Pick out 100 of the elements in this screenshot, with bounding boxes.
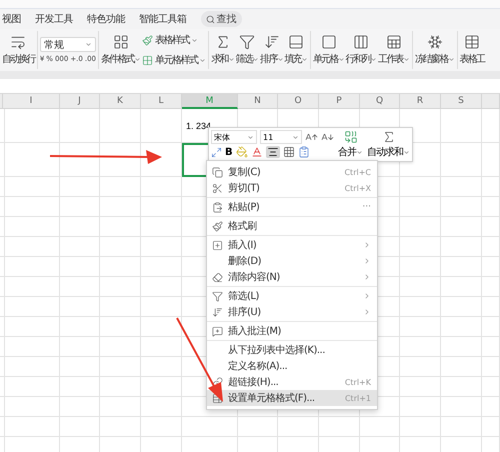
ribbon-button[interactable]: 冻结窗格 [414, 34, 455, 66]
menu-item[interactable]: 定义名称(A)... [207, 358, 377, 374]
table-cell [141, 417, 182, 437]
ribbon-button[interactable]: 自动换行 [2, 34, 35, 66]
table-cell [441, 357, 482, 377]
font-dropdown[interactable]: 宋体 [211, 130, 257, 144]
table-cell [400, 217, 441, 237]
column-header[interactable]: I [3, 94, 60, 109]
table-cell [441, 397, 482, 417]
autosum-button[interactable]: 自动求和 [367, 130, 410, 159]
insert-icon [212, 240, 223, 250]
table-cell [482, 109, 500, 143]
table-cell [3, 109, 60, 143]
ribbon-button[interactable]: 行和列 [346, 34, 378, 66]
column-header[interactable]: O [278, 94, 319, 109]
table-cell [100, 237, 141, 257]
table-cell [100, 337, 141, 357]
table-cell [400, 377, 441, 397]
table-cell [3, 337, 60, 357]
table-cell [100, 109, 141, 143]
caret-icon [292, 134, 299, 140]
merge-button[interactable]: 合并 [338, 130, 363, 159]
column-header[interactable]: S [441, 94, 482, 109]
menu-item[interactable]: 复制(C) Ctrl+C [207, 164, 377, 180]
column-header[interactable]: K [100, 94, 141, 109]
search-icon [206, 14, 214, 24]
table-cell [182, 417, 238, 437]
table-cell [482, 257, 500, 277]
menu-item[interactable]: 从下拉列表中选择(K)... [207, 342, 377, 358]
filter-icon [212, 290, 223, 302]
ribbon-button[interactable]: 单元格 [312, 34, 345, 66]
column-header[interactable]: R [400, 94, 441, 109]
align-button[interactable] [266, 146, 280, 158]
table-cell [3, 417, 60, 437]
menu-tab[interactable]: 视图 [2, 12, 21, 26]
table-cell [100, 357, 141, 377]
table-cell [3, 397, 60, 417]
table-cell [3, 277, 60, 297]
table-cell [400, 197, 441, 217]
ribbon-button[interactable]: 排序 [260, 34, 284, 66]
column-header[interactable]: Q [360, 94, 400, 109]
menu-tab[interactable]: 特色功能 [87, 12, 125, 26]
table-cell [141, 109, 182, 143]
column-header[interactable]: P [319, 94, 360, 109]
freeze-icon [426, 34, 443, 50]
table-cell [3, 377, 60, 397]
caret-icon [356, 148, 363, 156]
table-cell [60, 109, 100, 143]
ribbon-button[interactable]: 单元格样式 [142, 53, 206, 67]
ribbon-button[interactable]: 工作表 [378, 34, 410, 66]
menu-item[interactable]: 排序(U) [207, 304, 377, 320]
more-options[interactable]: ··· [362, 202, 371, 212]
table-cell [482, 337, 500, 357]
table-cell [60, 277, 100, 297]
table-cell [441, 177, 482, 197]
table-cell [482, 417, 500, 437]
table-cell [3, 143, 60, 177]
table-cell [360, 417, 400, 437]
font-size-dropdown[interactable]: 11 [260, 130, 302, 144]
table-cell [100, 177, 141, 197]
menu-item[interactable]: 设置单元格格式(F)... Ctrl+1 [207, 390, 377, 406]
ribbon-button[interactable]: 筛选 [236, 34, 260, 66]
table-cell [100, 143, 141, 177]
search-button[interactable]: 查找 [200, 11, 242, 27]
ribbon-button[interactable]: 表格样式 [142, 33, 206, 47]
ribbon-button[interactable]: 表格工 [460, 34, 484, 66]
menu-item[interactable]: 插入批注(M) [207, 323, 377, 339]
column-header[interactable]: L [141, 94, 182, 109]
sort-icon [212, 306, 223, 318]
column-header[interactable]: J [60, 94, 100, 109]
ribbon-button[interactable]: 条件格式 [101, 34, 141, 66]
menu-item[interactable]: 筛选(L) [207, 288, 377, 304]
table-cell [482, 217, 500, 237]
table-cell [60, 217, 100, 237]
table-cell [3, 217, 60, 237]
bold-button[interactable]: B [225, 146, 233, 158]
column-header [482, 94, 500, 109]
table-cell [400, 317, 441, 337]
table-cell [319, 417, 360, 437]
number-format-dropdown[interactable]: 常规 [40, 37, 96, 52]
menu-tab[interactable]: 开发工具 [35, 12, 73, 26]
menu-item[interactable]: 粘贴(P) ··· [207, 199, 377, 215]
column-header[interactable]: N [238, 94, 278, 109]
wrap-text-icon [10, 34, 26, 50]
ribbon-button[interactable]: 填充 [284, 34, 308, 66]
ribbon-button[interactable]: 求和 [211, 34, 235, 66]
menu-item[interactable]: 剪切(T) Ctrl+X [207, 180, 377, 196]
menu-item[interactable]: 超链接(H)... Ctrl+K [207, 374, 377, 390]
menu-item[interactable]: 清除内容(N) [207, 269, 377, 285]
menu-item[interactable]: 格式刷 [207, 218, 377, 234]
table-cell [60, 297, 100, 317]
menu-item[interactable]: 删除(D) [207, 253, 377, 269]
menu-item[interactable]: 插入(I) [207, 237, 377, 253]
sheet-icon [386, 34, 402, 50]
table-cell [60, 177, 100, 197]
scissors-icon [212, 182, 223, 194]
menu-tab[interactable]: 智能工具箱 [139, 12, 186, 26]
table-cell [441, 417, 482, 437]
table-cell [60, 377, 100, 397]
table-cell [400, 257, 441, 277]
